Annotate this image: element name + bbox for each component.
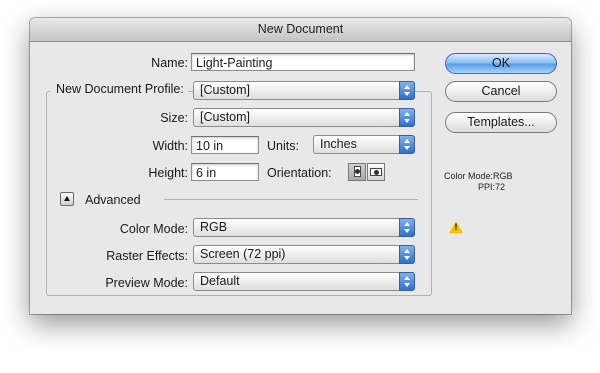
preview-mode-popup[interactable]: Default — [193, 272, 415, 291]
color-mode-label: Color Mode: — [119, 222, 188, 236]
name-label: Name: — [151, 56, 188, 70]
ok-button[interactable]: OK — [445, 53, 557, 74]
document-profile-label: New Document Profile: — [50, 82, 188, 96]
width-field[interactable]: 10 in — [191, 136, 259, 154]
popup-arrows-icon — [399, 218, 415, 237]
height-field[interactable]: 6 in — [191, 163, 259, 181]
units-label: Units: — [267, 139, 299, 153]
popup-arrows-icon — [399, 81, 415, 100]
raster-effects-label: Raster Effects: — [106, 249, 188, 263]
size-popup[interactable]: [Custom] — [193, 108, 415, 127]
width-label: Width: — [152, 139, 188, 153]
advanced-label: Advanced — [85, 193, 141, 207]
ppi-info: PPI:72 — [478, 182, 506, 192]
raster-effects-popup[interactable]: Screen (72 ppi) — [193, 245, 415, 264]
preview-mode-label: Preview Mode: — [105, 276, 188, 290]
document-profile-popup[interactable]: [Custom] — [193, 81, 415, 100]
new-document-dialog: New Document Name: Light-Painting New Do… — [30, 18, 571, 314]
dialog-title: New Document — [30, 18, 571, 42]
name-field[interactable]: Light-Painting — [191, 53, 415, 71]
color-mode-popup[interactable]: RGB — [193, 218, 415, 237]
landscape-orientation-button[interactable] — [367, 163, 385, 181]
units-value: Inches — [320, 137, 357, 151]
templates-button[interactable]: Templates... — [445, 112, 557, 133]
raster-effects-value: Screen (72 ppi) — [200, 247, 286, 261]
orientation-label: Orientation: — [267, 166, 332, 180]
size-value: [Custom] — [200, 110, 251, 124]
popup-arrows-icon — [399, 245, 415, 264]
color-mode-info: Color Mode:RGB — [444, 171, 513, 181]
popup-arrows-icon — [399, 108, 415, 127]
advanced-divider — [164, 199, 418, 200]
size-label: Size: — [160, 111, 188, 125]
portrait-orientation-button[interactable] — [348, 163, 366, 181]
color-mode-value: RGB — [200, 220, 228, 234]
preview-mode-value: Default — [200, 274, 240, 288]
height-label: Height: — [148, 166, 188, 180]
popup-arrows-icon — [399, 272, 415, 291]
document-profile-value: [Custom] — [200, 83, 251, 97]
popup-arrows-icon — [399, 135, 415, 154]
units-popup[interactable]: Inches — [313, 135, 415, 154]
advanced-disclosure-triangle-up-icon[interactable] — [60, 192, 74, 206]
cancel-button[interactable]: Cancel — [445, 81, 557, 102]
